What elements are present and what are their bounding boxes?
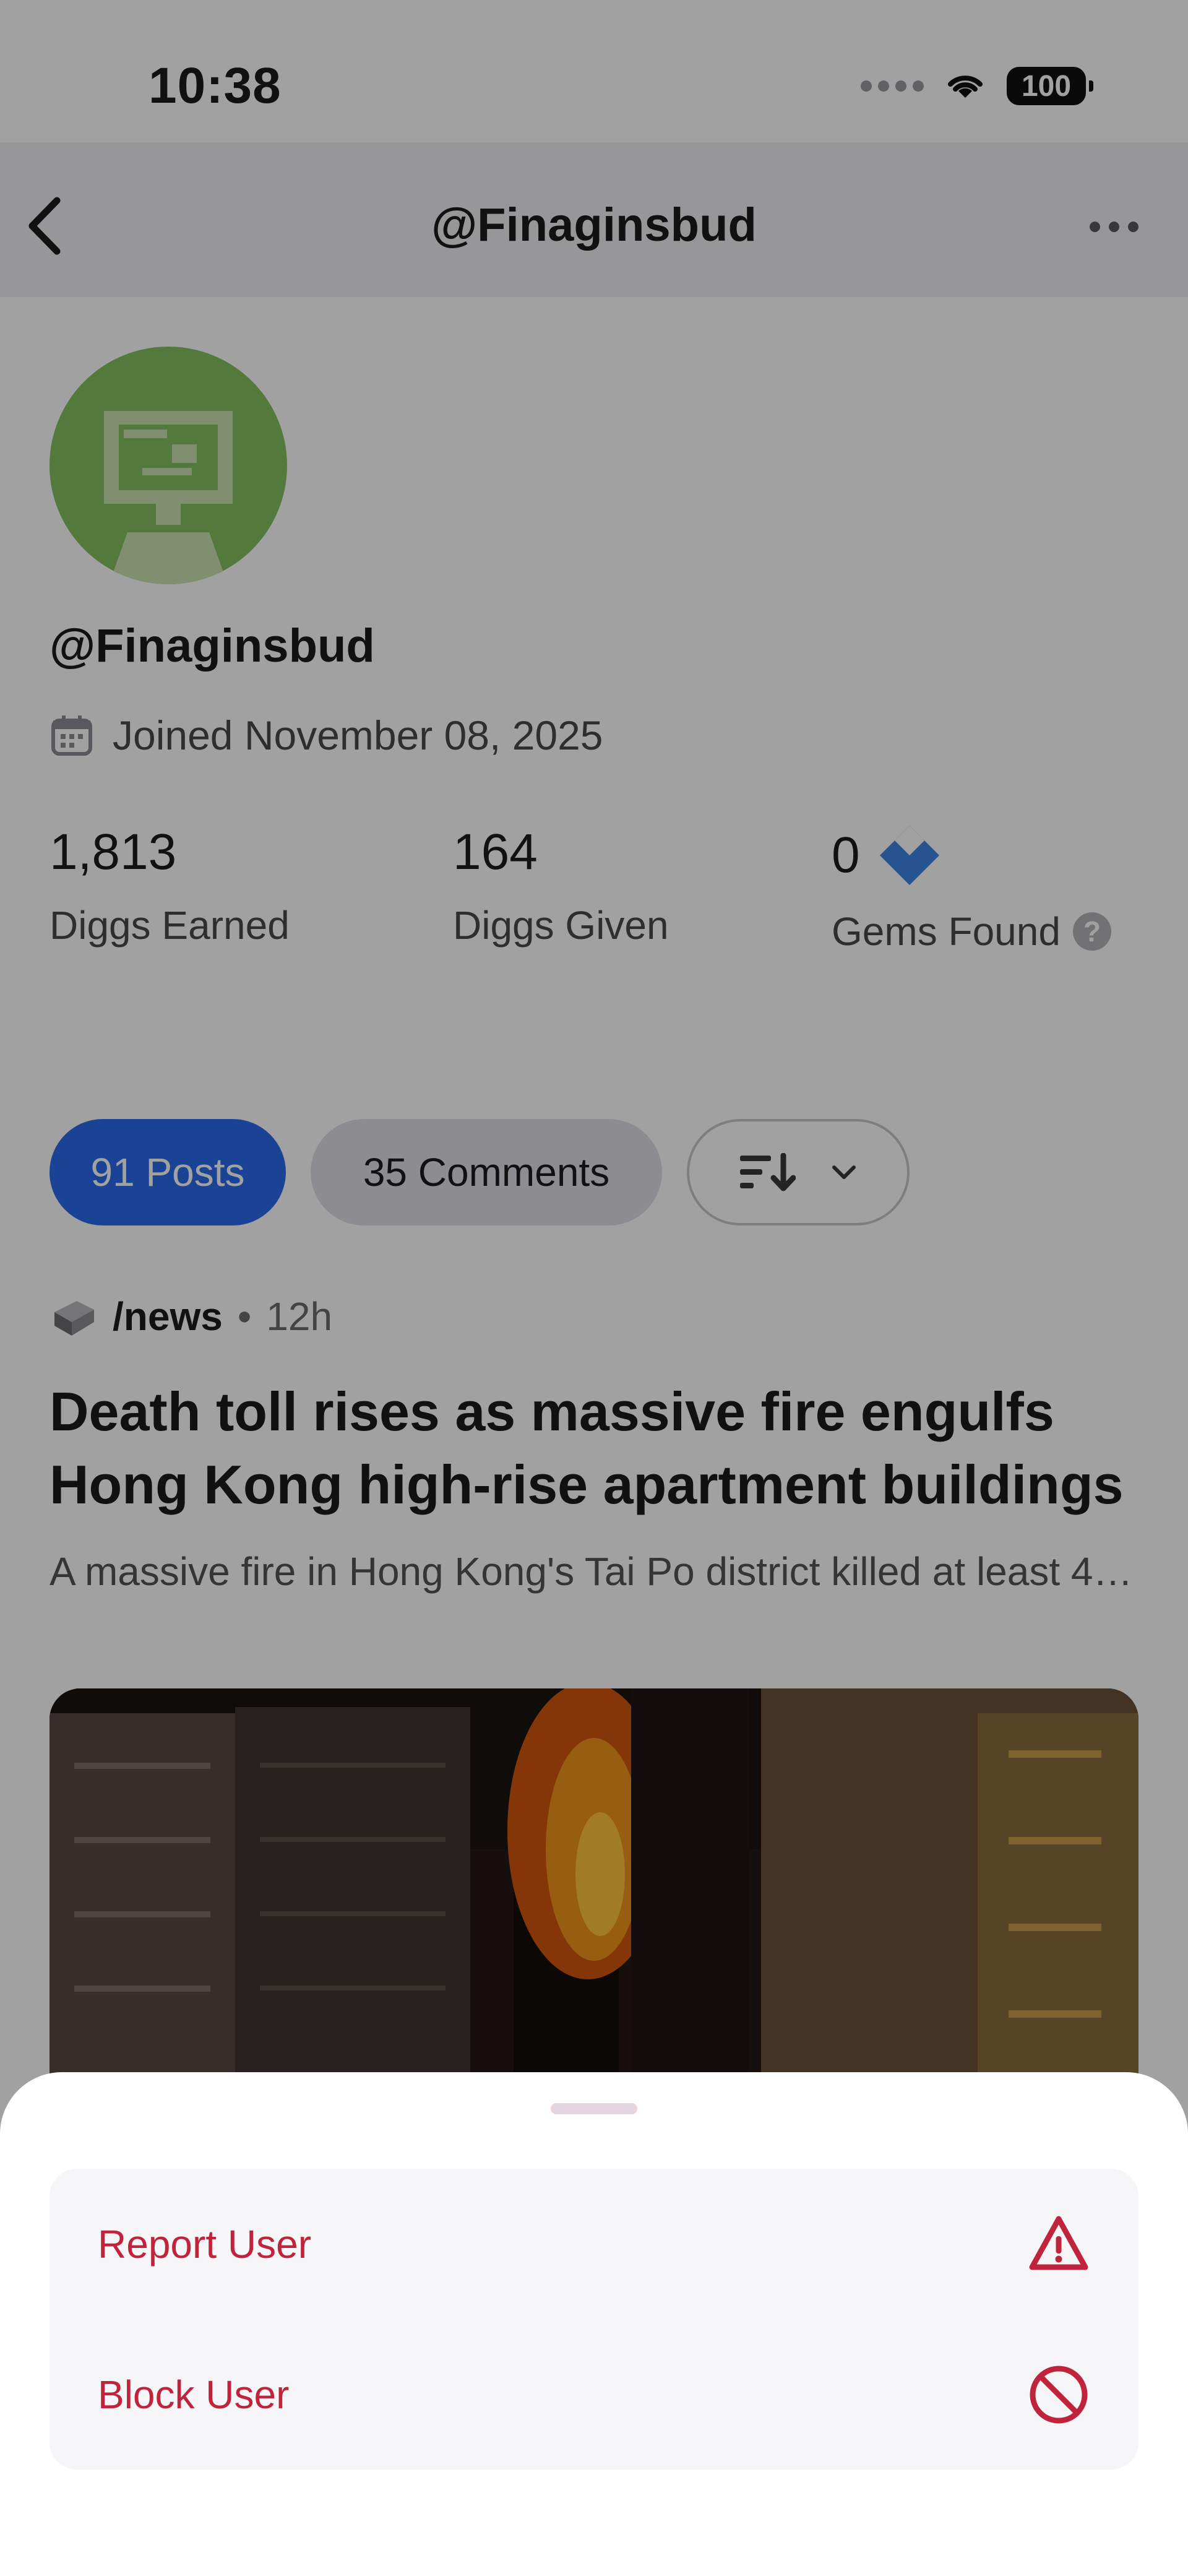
report-user-button[interactable]: Report User xyxy=(50,2169,1138,2319)
report-user-label: Report User xyxy=(98,2221,311,2267)
action-sheet: Report User Block User xyxy=(0,2072,1188,2576)
block-icon xyxy=(1030,2366,1088,2423)
action-group: Report User Block User xyxy=(50,2169,1138,2470)
sheet-grabber[interactable] xyxy=(551,2103,637,2114)
block-user-label: Block User xyxy=(98,2372,290,2417)
profile-page: 10:38 100 @Finaginsbud @Finaginsbud Join… xyxy=(0,0,1188,2576)
warning-icon xyxy=(1029,2216,1088,2270)
block-user-button[interactable]: Block User xyxy=(50,2319,1138,2470)
